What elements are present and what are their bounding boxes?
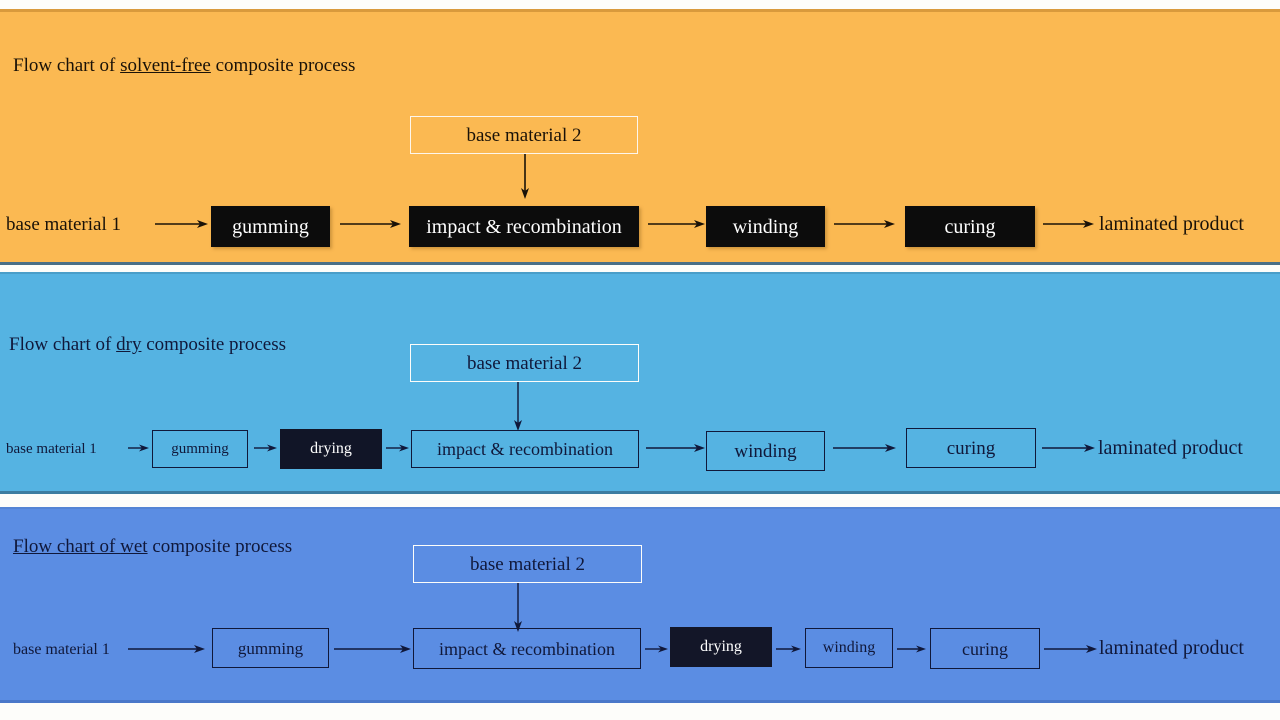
- node-curing[interactable]: curing: [930, 628, 1040, 669]
- node-winding[interactable]: winding: [706, 206, 825, 247]
- arrow-gumming-to-impact: [340, 220, 401, 228]
- title-keyword: solvent-free: [120, 55, 211, 76]
- arrow-base-material-2-to-impact: [521, 154, 529, 199]
- node-drying[interactable]: drying: [280, 429, 382, 469]
- arrow-impact-to-winding: [648, 220, 705, 228]
- node-impact-recombination[interactable]: impact & recombination: [413, 628, 641, 669]
- node-gumming[interactable]: gumming: [211, 206, 330, 247]
- label-laminated-product: laminated product: [1098, 437, 1243, 459]
- label-base-material-1: base material 1: [13, 641, 110, 658]
- title-prefix: Flow chart of: [13, 55, 121, 76]
- panel-solvent-free: Flow chart of solvent-free composite pro…: [0, 9, 1280, 265]
- arrow-gumming-to-drying: [254, 444, 277, 452]
- title-prefix: Flow chart of: [9, 334, 117, 355]
- label-base-material-1: base material 1: [6, 440, 97, 457]
- panel-title-dry: Flow chart of dry composite process: [9, 334, 286, 356]
- label-base-material-1: base material 1: [6, 213, 122, 235]
- title-suffix: composite process: [147, 536, 293, 557]
- node-drying[interactable]: drying: [670, 627, 772, 667]
- panel-wet: Flow chart of wet composite process base…: [0, 507, 1280, 703]
- node-gumming[interactable]: gumming: [152, 430, 248, 468]
- arrow-base-material-2-to-impact: [514, 382, 522, 431]
- label-laminated-product: laminated product: [1099, 637, 1244, 659]
- arrow-curing-to-product: [1044, 645, 1097, 653]
- panel-title-solvent-free: Flow chart of solvent-free composite pro…: [13, 55, 355, 77]
- node-base-material-2[interactable]: base material 2: [410, 344, 639, 382]
- node-impact-recombination[interactable]: impact & recombination: [411, 430, 639, 468]
- arrow-start-to-gumming: [155, 220, 208, 228]
- arrow-winding-to-curing: [833, 444, 896, 452]
- arrow-winding-to-curing: [834, 220, 895, 228]
- arrow-start-to-gumming: [128, 444, 149, 452]
- panel-title-wet: Flow chart of wet composite process: [13, 536, 292, 558]
- arrow-impact-to-drying: [645, 645, 668, 653]
- title-suffix: composite process: [210, 55, 356, 76]
- arrow-base-material-2-to-impact: [514, 583, 522, 632]
- node-base-material-2[interactable]: base material 2: [410, 116, 638, 154]
- arrow-curing-to-product: [1042, 444, 1095, 452]
- arrow-impact-to-winding: [646, 444, 705, 452]
- node-impact-recombination[interactable]: impact & recombination: [409, 206, 639, 247]
- panel-dry: Flow chart of dry composite process base…: [0, 272, 1280, 494]
- title-prefix: Flow chart of: [13, 536, 121, 557]
- arrow-winding-to-curing: [897, 645, 926, 653]
- arrow-drying-to-winding: [776, 645, 801, 653]
- node-base-material-2[interactable]: base material 2: [413, 545, 642, 583]
- node-gumming[interactable]: gumming: [212, 628, 329, 668]
- title-keyword: wet: [120, 536, 148, 557]
- node-winding[interactable]: winding: [706, 431, 825, 471]
- node-curing[interactable]: curing: [906, 428, 1036, 468]
- label-laminated-product: laminated product: [1099, 213, 1244, 235]
- node-curing[interactable]: curing: [905, 206, 1035, 247]
- flowchart-canvas: Flow chart of solvent-free composite pro…: [0, 0, 1280, 720]
- arrow-curing-to-product: [1043, 220, 1094, 228]
- node-winding[interactable]: winding: [805, 628, 893, 668]
- title-keyword: dry: [116, 334, 142, 355]
- arrow-gumming-to-impact: [334, 645, 411, 653]
- title-suffix: composite process: [141, 334, 287, 355]
- arrow-drying-to-impact: [386, 444, 409, 452]
- arrow-start-to-gumming: [128, 645, 205, 653]
